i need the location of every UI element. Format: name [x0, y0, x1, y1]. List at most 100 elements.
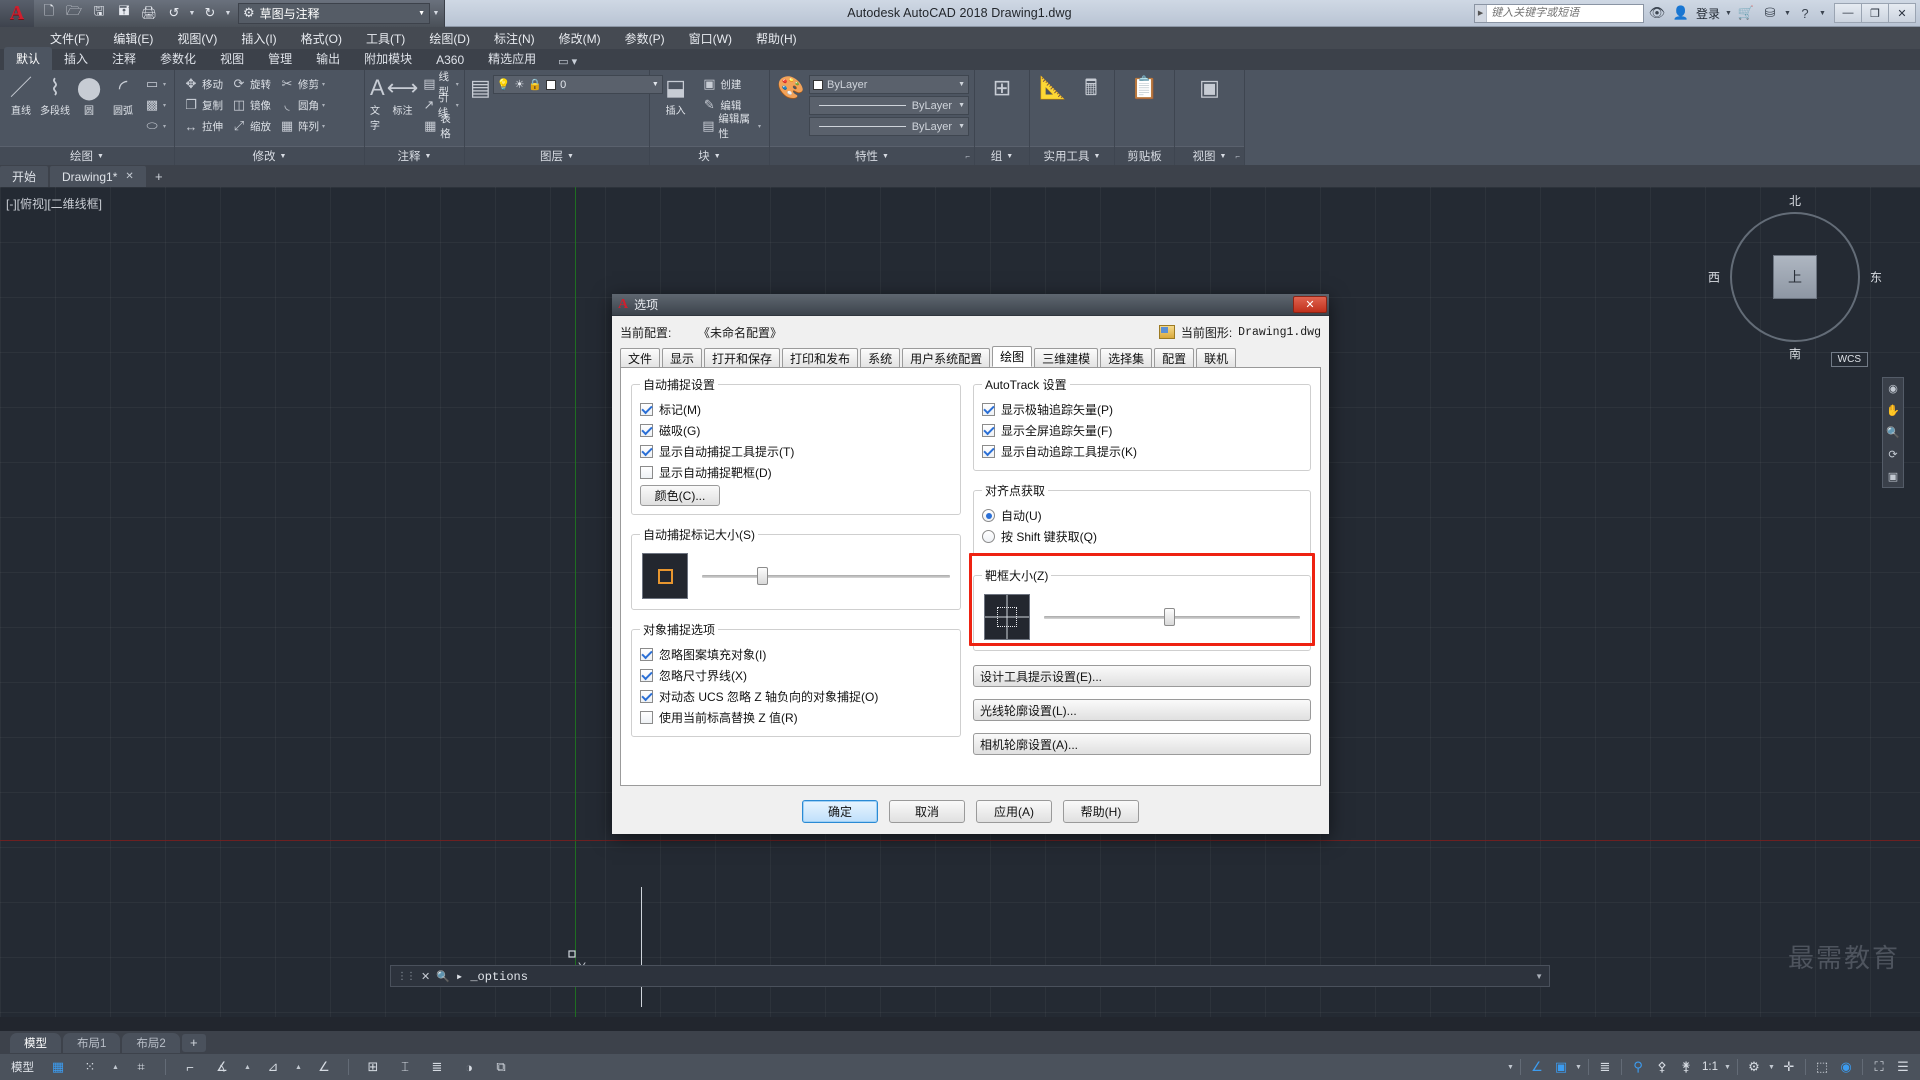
- search-dropdown-icon[interactable]: ▶: [1474, 4, 1488, 22]
- layout-tab-layout1[interactable]: 布局1: [63, 1032, 121, 1053]
- hardware-acceleration-icon[interactable]: ⬚: [1811, 1057, 1833, 1077]
- create-block-tool[interactable]: ▣ 创建: [698, 74, 764, 94]
- polyline-tool[interactable]: ⌇ 多段线: [39, 74, 71, 118]
- lock-icon[interactable]: 🔒: [528, 78, 542, 91]
- layer-properties-tool[interactable]: ▤: [470, 74, 491, 100]
- radio-icon[interactable]: [982, 530, 995, 543]
- ribbon-panel-group-title[interactable]: 组 ▼: [975, 146, 1029, 165]
- ribbon-tab-manage[interactable]: 管理: [256, 47, 304, 70]
- radio-icon[interactable]: [982, 509, 995, 522]
- hatch-tool[interactable]: ▩ ▾: [141, 95, 169, 115]
- file-tab-drawing1[interactable]: Drawing1* ✕: [50, 166, 146, 187]
- options-tab-selection[interactable]: 选择集: [1100, 348, 1153, 367]
- workspace-selector[interactable]: ⚙ 草图与注释 ▼: [238, 2, 430, 24]
- ribbon-panel-clipboard-title[interactable]: 剪贴板: [1115, 146, 1174, 165]
- redo-dropdown-icon[interactable]: ▼: [223, 2, 233, 24]
- pan-icon[interactable]: ✋: [1886, 404, 1900, 417]
- edit-attribute-tool[interactable]: ▤ 编辑属性 ▾: [698, 113, 764, 140]
- group-tool[interactable]: ⊞: [980, 74, 1024, 100]
- light-glyph-settings-button[interactable]: 光线轮廓设置(L)...: [973, 699, 1311, 721]
- view-cube-north-label[interactable]: 北: [1789, 192, 1801, 209]
- ribbon-tab-featured-apps[interactable]: 精选应用: [476, 47, 548, 70]
- checkbox-display-autosnap-tooltip[interactable]: 显示自动捕捉工具提示(T): [640, 441, 952, 462]
- ribbon-panel-draw-title[interactable]: 绘图 ▼: [0, 146, 174, 165]
- menu-modify[interactable]: 修改(M): [547, 28, 613, 49]
- options-tab-3d-modeling[interactable]: 三维建模: [1034, 348, 1099, 367]
- ribbon-tab-addins[interactable]: 附加模块: [352, 47, 424, 70]
- annotation-monitor-icon[interactable]: ⚵: [1675, 1057, 1697, 1077]
- ribbon-tab-annotate[interactable]: 注释: [100, 47, 148, 70]
- options-tab-display[interactable]: 显示: [662, 348, 703, 367]
- view-cube-south-label[interactable]: 南: [1789, 345, 1801, 362]
- checkbox-display-autotrack-tooltip[interactable]: 显示自动追踪工具提示(K): [982, 441, 1302, 462]
- dynamic-ucs-icon[interactable]: ⊞: [362, 1057, 384, 1077]
- command-line-grip[interactable]: ⋮⋮: [397, 971, 416, 982]
- checkbox-icon[interactable]: [640, 445, 653, 458]
- customize-menu-icon[interactable]: ☰: [1892, 1057, 1914, 1077]
- options-tab-profiles[interactable]: 配置: [1154, 348, 1195, 367]
- save-icon[interactable]: 🖫: [87, 2, 111, 24]
- radio-automatic[interactable]: 自动(U): [982, 505, 1302, 526]
- exchange-dropdown-icon[interactable]: ▼: [1783, 10, 1792, 17]
- dialog-launcher-icon[interactable]: ⌐: [965, 152, 970, 161]
- view-cube[interactable]: 北 南 东 西 上: [1708, 194, 1882, 361]
- array-tool[interactable]: ▦ 阵列 ▾: [276, 116, 328, 136]
- polar-tracking-icon[interactable]: ∡: [211, 1057, 233, 1077]
- orbit-icon[interactable]: ⟳: [1888, 448, 1897, 461]
- restore-button[interactable]: ❐: [1861, 3, 1889, 23]
- menu-parameter[interactable]: 参数(P): [613, 28, 677, 49]
- lineweight-icon[interactable]: ≣: [426, 1057, 448, 1077]
- quickcalc-tool[interactable]: 🖩: [1073, 74, 1109, 100]
- grid-icon[interactable]: ▦: [47, 1057, 69, 1077]
- close-icon[interactable]: ✕: [421, 970, 430, 983]
- insert-block-tool[interactable]: ⬓ 插入: [655, 74, 696, 118]
- options-tab-open-save[interactable]: 打开和保存: [704, 348, 781, 367]
- help-icon[interactable]: ?: [1794, 2, 1816, 24]
- checkbox-ignore-hatch-objects[interactable]: 忽略图案填充对象(I): [640, 644, 952, 665]
- isolate-objects-icon[interactable]: ▣: [1550, 1057, 1572, 1077]
- search-box[interactable]: ▶: [1473, 3, 1644, 23]
- lineweight-combo[interactable]: ByLayer ▼: [809, 117, 969, 136]
- ribbon-panel-layer-title[interactable]: 图层 ▼: [465, 146, 649, 165]
- checkbox-display-full-screen-tracking-vector[interactable]: 显示全屏追踪矢量(F): [982, 420, 1302, 441]
- status-model-label[interactable]: 模型: [8, 1059, 37, 1075]
- snap-icon[interactable]: ⁙: [79, 1057, 101, 1077]
- layout-tab-layout2[interactable]: 布局2: [122, 1032, 180, 1053]
- new-file-tab-button[interactable]: +: [148, 166, 170, 187]
- command-line[interactable]: ⋮⋮ ✕ 🔍 ▸ _options ▼: [390, 965, 1550, 987]
- annotation-scale-value[interactable]: 1:1: [1699, 1061, 1721, 1073]
- close-button[interactable]: ✕: [1293, 296, 1327, 313]
- options-tab-user-preferences[interactable]: 用户系统配置: [902, 348, 991, 367]
- zoom-icon[interactable]: 🔍: [1886, 426, 1900, 439]
- cart-icon[interactable]: 🛒: [1735, 2, 1757, 24]
- table-tool[interactable]: ▦ 表格: [420, 113, 462, 140]
- dimension-tool[interactable]: ⟷ 标注: [387, 74, 419, 118]
- menu-dimension[interactable]: 标注(N): [482, 28, 547, 49]
- minimize-button[interactable]: —: [1834, 3, 1862, 23]
- checkbox-icon[interactable]: [640, 690, 653, 703]
- stretch-tool[interactable]: ↔ 拉伸: [180, 116, 226, 136]
- checkbox-icon[interactable]: [640, 424, 653, 437]
- mirror-tool[interactable]: ◫ 镜像: [228, 95, 274, 115]
- layer-combo[interactable]: 💡 ☀ 🔒 0 ▼: [492, 75, 663, 94]
- ortho-icon[interactable]: ⌐: [179, 1057, 201, 1077]
- move-tool[interactable]: ✥ 移动: [180, 74, 226, 94]
- checkbox-display-autosnap-aperture-box[interactable]: 显示自动捕捉靶框(D): [640, 462, 952, 483]
- ribbon-panel-properties-title[interactable]: 特性 ▼ ⌐: [770, 146, 974, 165]
- view-cube-east-label[interactable]: 东: [1870, 269, 1882, 286]
- wcs-button[interactable]: WCS: [1830, 352, 1868, 367]
- menu-window[interactable]: 窗口(W): [677, 28, 744, 49]
- apply-button[interactable]: 应用(A): [976, 799, 1052, 823]
- close-button[interactable]: ✕: [1888, 3, 1916, 23]
- close-icon[interactable]: ✕: [125, 171, 133, 182]
- autocad-logo-button[interactable]: A: [0, 0, 34, 27]
- file-tab-start[interactable]: 开始: [0, 166, 49, 187]
- chevron-down-icon[interactable]: ▼: [958, 81, 965, 88]
- layout-tab-model[interactable]: 模型: [10, 1032, 61, 1053]
- arc-tool[interactable]: ◜ 圆弧: [107, 74, 139, 118]
- slider-thumb[interactable]: [756, 567, 768, 585]
- rotate-tool[interactable]: ⟳ 旋转: [228, 74, 274, 94]
- options-tab-drafting[interactable]: 绘图: [992, 346, 1033, 367]
- search-icon[interactable]: 🔍: [436, 970, 450, 983]
- ribbon-tab-output[interactable]: 输出: [304, 47, 352, 70]
